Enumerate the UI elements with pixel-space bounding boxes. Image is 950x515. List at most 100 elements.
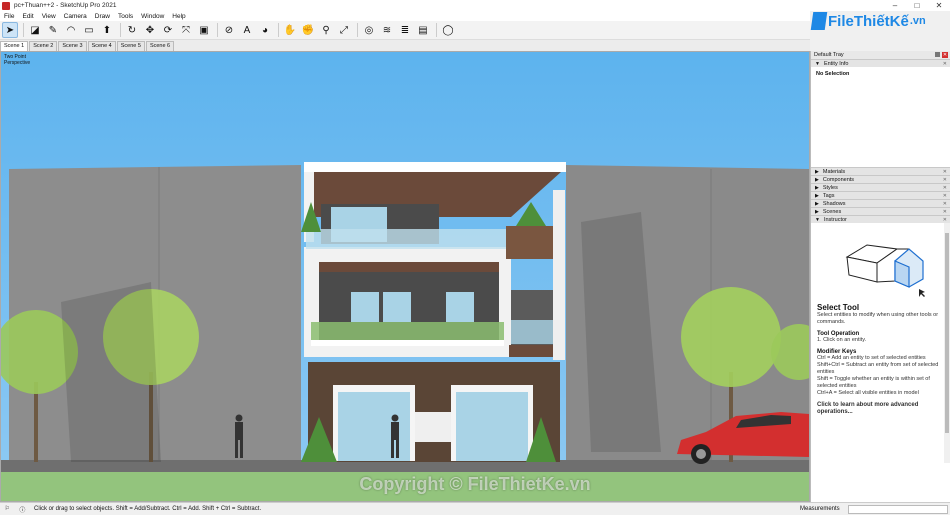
scene-tabs: Scene 1 Scene 2 Scene 3 Scene 4 Scene 5 … <box>0 40 810 51</box>
panel-shadows[interactable]: ▶ Shadows ✕ <box>811 199 950 207</box>
pencil-line-icon: ✎ <box>48 24 58 36</box>
close-icon[interactable]: ✕ <box>943 169 947 175</box>
glass-door-right <box>456 392 528 461</box>
menu-view[interactable]: View <box>38 13 60 20</box>
right-side-column <box>553 190 565 360</box>
zoom-extents-button[interactable]: ⤢ <box>336 22 352 38</box>
menu-help[interactable]: Help <box>168 13 189 20</box>
panel-tags[interactable]: ▶ Tags ✕ <box>811 191 950 199</box>
3d-warehouse-icon: ◎ <box>364 24 374 36</box>
extension-warehouse-button[interactable]: ≋ <box>379 22 395 38</box>
menu-bar: File Edit View Camera Draw Tools Window … <box>0 11 810 21</box>
caret-right-icon: ▶ <box>815 208 819 215</box>
info-icon[interactable]: ⓘ <box>19 505 25 514</box>
panel-scenes[interactable]: ▶ Scenes ✕ <box>811 207 950 215</box>
menu-file[interactable]: File <box>0 13 18 20</box>
rotate-button[interactable]: ⟳ <box>160 22 176 38</box>
paint-bucket-button[interactable]: ◕ <box>257 22 273 38</box>
panel-materials[interactable]: ▶ Materials ✕ <box>811 167 950 175</box>
tab-scene-4[interactable]: Scene 4 <box>87 41 116 51</box>
menu-tools[interactable]: Tools <box>114 13 137 20</box>
rectangle-button[interactable]: ▭ <box>81 22 97 38</box>
text-button[interactable]: A <box>239 22 255 38</box>
scrollbar-thumb[interactable] <box>945 233 949 433</box>
instructor-content: Select Tool Select entities to modify wh… <box>811 223 950 463</box>
tab-scene-2[interactable]: Scene 2 <box>29 41 58 51</box>
sketchup-app-icon <box>2 1 10 10</box>
menu-edit[interactable]: Edit <box>18 13 37 20</box>
close-icon[interactable]: ✕ <box>943 217 947 223</box>
orbit-button[interactable]: ✋ <box>282 22 298 38</box>
panel-entity-info[interactable]: ▼ Entity Info ✕ <box>811 59 950 67</box>
zoom-button[interactable]: ⚲ <box>318 22 334 38</box>
layout-button[interactable]: ≣ <box>397 22 413 38</box>
tab-scene-5[interactable]: Scene 5 <box>116 41 145 51</box>
panel-components[interactable]: ▶ Components ✕ <box>811 175 950 183</box>
menu-camera[interactable]: Camera <box>60 13 91 20</box>
tab-scene-1[interactable]: Scene 1 <box>0 41 29 51</box>
offset-button[interactable]: ▣ <box>196 22 212 38</box>
pan-button[interactable]: ✊ <box>300 22 316 38</box>
scale-icon: ⤧ <box>182 24 190 36</box>
close-icon[interactable]: ✕ <box>943 193 947 199</box>
close-icon[interactable]: ✕ <box>943 201 947 207</box>
3d-warehouse-button[interactable]: ◎ <box>361 22 377 38</box>
filethietke-logo: FileThiếtKế .vn <box>810 12 926 30</box>
tray-title: Default Tray <box>814 52 844 58</box>
menu-window[interactable]: Window <box>137 13 168 20</box>
maximize-button[interactable]: □ <box>906 0 928 11</box>
select-arrow-icon: ➤ <box>5 24 15 36</box>
toolbar-separator <box>357 23 358 37</box>
tray-header: Default Tray ✕ <box>811 51 950 59</box>
scale-button[interactable]: ⤧ <box>178 22 194 38</box>
account-button[interactable]: ◯ <box>440 22 456 38</box>
extension-manager-icon: ▤ <box>418 24 428 36</box>
close-icon[interactable]: ✕ <box>943 177 947 183</box>
zoom-icon: ⚲ <box>322 24 330 36</box>
instructor-subtitle: Select entities to modify when using oth… <box>817 312 939 325</box>
tab-scene-3[interactable]: Scene 3 <box>58 41 87 51</box>
panel-tags-label: Tags <box>822 192 835 199</box>
instructor-scrollbar[interactable] <box>944 223 950 463</box>
close-tray-button[interactable]: ✕ <box>942 52 948 58</box>
rotate-icon: ⟳ <box>163 24 173 36</box>
learn-more-link[interactable]: Click to learn about more advanced opera… <box>817 402 944 416</box>
logo-name: FileThiếtKế <box>828 12 909 30</box>
pin-icon[interactable] <box>935 52 940 57</box>
caret-right-icon: ▶ <box>815 184 819 191</box>
text-icon: A <box>243 24 251 36</box>
tab-scene-6[interactable]: Scene 6 <box>145 41 175 51</box>
model-viewport[interactable]: Two Point Perspective <box>0 51 810 502</box>
select-tool-illustration <box>845 244 925 297</box>
panel-entity-info-label: Entity Info <box>823 60 849 67</box>
arc-button[interactable]: ◠ <box>63 22 79 38</box>
window-2f-b <box>383 292 411 322</box>
push-pull-button[interactable]: ⬆ <box>99 22 115 38</box>
select-arrow-button[interactable]: ➤ <box>2 22 18 38</box>
toolbar-separator <box>120 23 121 37</box>
close-icon[interactable]: ✕ <box>943 61 947 67</box>
panel-instructor[interactable]: ▼ Instructor ✕ <box>811 215 950 223</box>
extension-manager-button[interactable]: ▤ <box>415 22 431 38</box>
measurements-input[interactable] <box>848 505 948 514</box>
default-tray: Default Tray ✕ ▼ Entity Info ✕ No Select… <box>810 51 950 502</box>
toolbar-separator <box>217 23 218 37</box>
geo-location-icon[interactable]: ⚐ <box>5 505 10 514</box>
move-button[interactable]: ✥ <box>142 22 158 38</box>
menu-draw[interactable]: Draw <box>91 13 114 20</box>
panel-styles[interactable]: ▶ Styles ✕ <box>811 183 950 191</box>
pencil-line-button[interactable]: ✎ <box>45 22 61 38</box>
planter-balcony-2f <box>311 322 504 342</box>
minimize-button[interactable]: – <box>884 0 906 11</box>
layout-icon: ≣ <box>400 24 410 36</box>
status-icons: ⚐ ⓘ <box>0 505 30 514</box>
follow-me-button[interactable]: ↻ <box>124 22 140 38</box>
tape-measure-button[interactable]: ⊘ <box>221 22 237 38</box>
eraser-button[interactable]: ◪ <box>27 22 43 38</box>
close-icon[interactable]: ✕ <box>943 185 947 191</box>
caret-right-icon: ▶ <box>815 168 819 175</box>
modifier-shift-text: Shift = Toggle whether an entity is with… <box>817 376 930 389</box>
panel-scenes-label: Scenes <box>822 208 842 215</box>
close-window-button[interactable]: ✕ <box>928 0 950 11</box>
close-icon[interactable]: ✕ <box>943 209 947 215</box>
